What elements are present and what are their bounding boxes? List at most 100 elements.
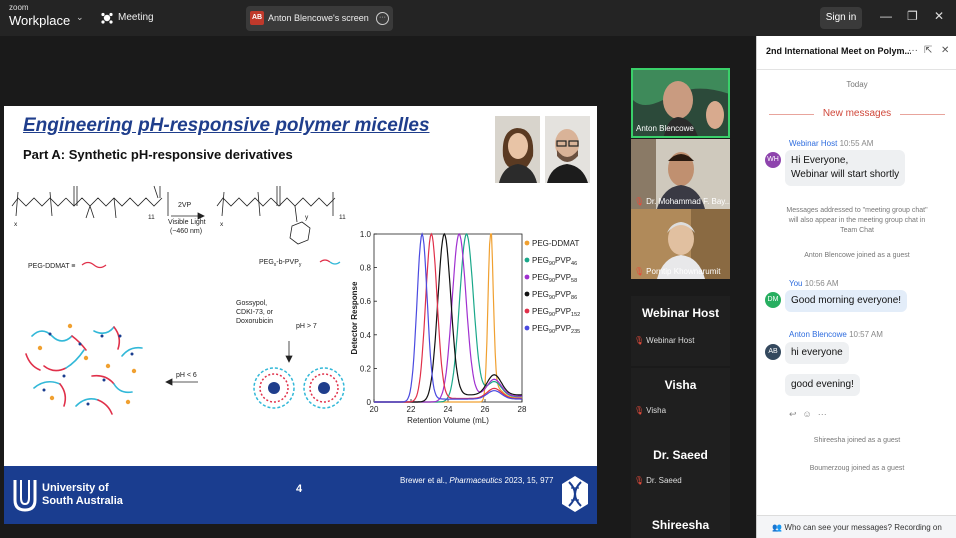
subscript-x: x bbox=[14, 221, 18, 228]
more-icon[interactable]: ··· bbox=[818, 409, 827, 419]
name-tile-visha[interactable]: Visha 🎙 Visha bbox=[631, 368, 730, 438]
date-separator: Today bbox=[846, 80, 868, 89]
message-bubble[interactable]: Hi Everyone, Webinar will start shortly bbox=[785, 150, 906, 186]
name-tile-title: Visha bbox=[664, 378, 697, 392]
x-tick-label: 24 bbox=[444, 405, 453, 414]
x-tick-label: 22 bbox=[407, 405, 416, 414]
chat-panel: 2nd International Meet on Polym... ··· ⇱… bbox=[756, 36, 956, 538]
chat-header-divider bbox=[757, 69, 956, 70]
restore-icon[interactable]: ❐ bbox=[907, 9, 918, 23]
message-bubble[interactable]: Good morning everyone! bbox=[785, 290, 908, 312]
legend-label-5: PEG90PVP235 bbox=[532, 324, 580, 335]
new-messages-line-right bbox=[900, 114, 945, 115]
ph-high-label: pH > 7 bbox=[296, 323, 317, 330]
chat-privacy-notice[interactable]: 👥 Who can see your messages? Recording o… bbox=[757, 515, 956, 538]
name-tile-title: Webinar Host bbox=[641, 306, 720, 320]
micelle-left bbox=[253, 367, 295, 409]
legend-marker-2 bbox=[524, 274, 530, 280]
reply-icon[interactable]: ↩ bbox=[789, 409, 797, 419]
legend-marker-4 bbox=[524, 308, 530, 314]
product-subscript-11: 11 bbox=[339, 214, 346, 221]
unimer-mixture bbox=[25, 326, 143, 415]
slide-title: Engineering pH-responsive polymer micell… bbox=[23, 115, 430, 136]
muted-mic-icon: 🎙 bbox=[634, 406, 645, 415]
emoji-icon[interactable]: ☺ bbox=[803, 409, 812, 419]
brand-small: zoom bbox=[9, 3, 29, 12]
y-tick-label: 0.2 bbox=[360, 364, 372, 373]
meeting-label[interactable]: Meeting bbox=[118, 12, 154, 23]
zoom-workplace-window: zoom Workplace ⌄ Meeting AB Anton Blenco… bbox=[0, 0, 956, 538]
shared-slide: Engineering pH-responsive polymer micell… bbox=[4, 106, 597, 524]
name-tile-label: 🎙 Visha bbox=[634, 406, 667, 415]
brand-main: Workplace bbox=[9, 13, 71, 28]
message-line: Webinar will start shortly bbox=[791, 169, 900, 180]
avatar[interactable]: DM bbox=[765, 292, 781, 308]
more-options-icon[interactable]: ··· bbox=[376, 12, 389, 25]
y-tick-label: 0.4 bbox=[360, 331, 372, 340]
subscript-11: 11 bbox=[148, 214, 155, 221]
speaker-photo-woman bbox=[495, 116, 540, 183]
meeting-icon[interactable] bbox=[100, 11, 114, 25]
x-tick-label: 28 bbox=[518, 405, 527, 414]
legend-label-4: PEG90PVP152 bbox=[532, 307, 580, 318]
minimize-icon[interactable]: — bbox=[880, 9, 892, 23]
drugs-line-1: Gossypol, bbox=[236, 300, 267, 307]
y-axis-label: Detector Response bbox=[350, 281, 359, 354]
close-icon[interactable]: ✕ bbox=[934, 9, 944, 23]
y-tick-label: 0 bbox=[367, 398, 372, 407]
legend-label-2: PEG90PVP58 bbox=[532, 273, 577, 284]
avatar[interactable]: AB bbox=[765, 344, 781, 360]
product-subscript-x: x bbox=[220, 221, 224, 228]
chat-privacy-text: Who can see your messages? Recording on bbox=[784, 523, 942, 532]
zoom-logo[interactable]: zoom Workplace bbox=[9, 3, 71, 28]
message-sender: Webinar Host 10:55 AM bbox=[789, 139, 874, 148]
legend-label-3: PEG90PVP86 bbox=[532, 290, 577, 301]
name-tile-webinar-host[interactable]: Webinar Host 🎙 Webinar Host bbox=[631, 296, 730, 366]
system-notice-joined: Anton Blencowe joined as a guest bbox=[804, 252, 910, 259]
chat-title: 2nd International Meet on Polym... bbox=[766, 46, 911, 56]
speaker-photo-man bbox=[545, 116, 590, 183]
muted-mic-icon: 🎙 bbox=[634, 267, 645, 276]
chart-series-group bbox=[374, 232, 522, 403]
video-tile-anton[interactable]: Anton Blencowe bbox=[631, 68, 730, 138]
message-sender: You 10:56 AM bbox=[789, 279, 839, 288]
chevron-down-icon[interactable]: ⌄ bbox=[76, 12, 84, 23]
y-tick-label: 0.6 bbox=[360, 297, 372, 306]
name-tile-dr-saeed[interactable]: Dr. Saeed 🎙 Dr. Saeed bbox=[631, 438, 730, 508]
product-label: PEGx-b-PVPy bbox=[259, 259, 302, 268]
x-tick-label: 26 bbox=[481, 405, 490, 414]
reagent-2vp: 2VP bbox=[178, 202, 192, 209]
name-tile-shireesha[interactable]: Shireesha bbox=[631, 508, 730, 538]
sign-in-button[interactable]: Sign in bbox=[820, 7, 862, 29]
slide-footer: University of South Australia 4 Brewer e… bbox=[4, 466, 597, 524]
university-name-line-1: University of bbox=[42, 482, 109, 494]
participant-name-mohammad: 🎙 Dr. Mohammad F. Bay... bbox=[634, 197, 730, 206]
gpc-chart: 20 22 24 26 2800.20.40.60.81.0Retention Volu… bbox=[350, 230, 580, 425]
more-options-icon[interactable]: ··· bbox=[908, 45, 918, 56]
message-line: good evening! bbox=[791, 379, 854, 390]
message-line: Hi Everyone, bbox=[791, 155, 849, 166]
legend-label-1: PEG90PVP46 bbox=[532, 256, 577, 267]
message-sender: Anton Blencowe 10:57 AM bbox=[789, 330, 883, 339]
chart-legend: PEG-DDMAT PEG90PVP46 PEG90PVP58 PEG90PVP86 P… bbox=[524, 239, 580, 335]
message-line: Good morning everyone! bbox=[791, 295, 902, 306]
close-chat-icon[interactable]: ✕ bbox=[941, 45, 949, 56]
legend-marker-3 bbox=[524, 291, 530, 297]
avatar[interactable]: WH bbox=[765, 152, 781, 168]
message-bubble[interactable]: good evening! bbox=[785, 374, 860, 396]
message-bubble[interactable]: hi everyone bbox=[785, 342, 849, 364]
name-tile-label: 🎙 Dr. Saeed bbox=[634, 476, 682, 485]
reaction-scheme: x 11 PEG-DDMAT ≡ 2VP Visible Light (~460… bbox=[11, 185, 346, 415]
name-tile-label: 🎙 Webinar Host bbox=[634, 336, 695, 345]
video-tile-porntip[interactable]: 🎙 Porntip Khownarumit bbox=[631, 209, 730, 279]
people-icon: 👥 bbox=[772, 523, 783, 532]
wavelength-label: (~460 nm) bbox=[170, 228, 202, 235]
shared-screen-pill[interactable]: AB Anton Blencowe's screen ··· bbox=[246, 6, 393, 31]
legend-marker-0 bbox=[524, 240, 530, 246]
dna-logo-icon bbox=[562, 476, 588, 512]
y-tick-label: 1.0 bbox=[360, 230, 372, 239]
pop-out-icon[interactable]: ⇱ bbox=[924, 45, 932, 56]
slide-subtitle: Part A: Synthetic pH-responsive derivati… bbox=[23, 147, 293, 162]
video-tile-mohammad[interactable]: 🎙 Dr. Mohammad F. Bay... bbox=[631, 139, 730, 209]
participant-name-porntip: 🎙 Porntip Khownarumit bbox=[634, 267, 721, 276]
